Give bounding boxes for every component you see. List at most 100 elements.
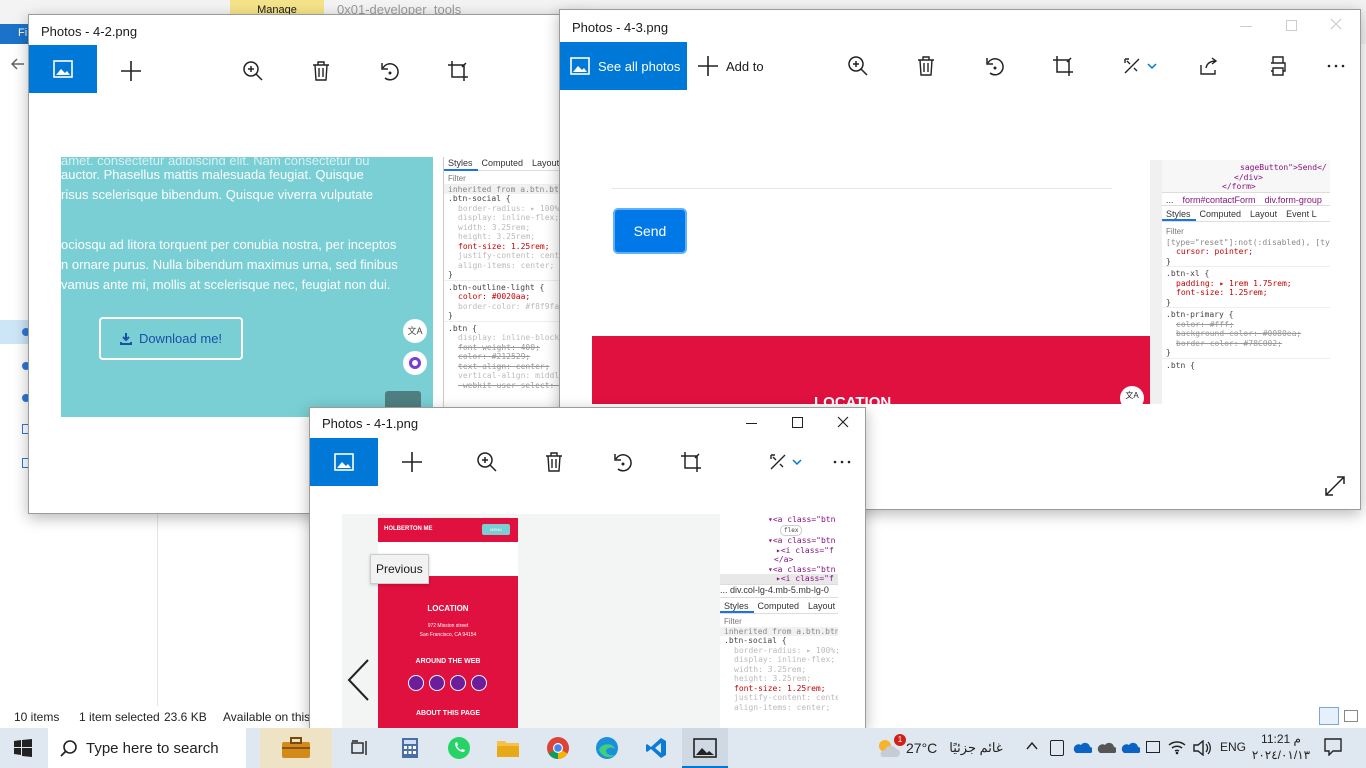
form-divider	[612, 188, 1112, 189]
zoom-in-icon	[477, 452, 497, 472]
manage-tab[interactable]: Manage	[230, 0, 324, 14]
onedrive-icon[interactable]	[1072, 742, 1092, 754]
social-icon	[450, 675, 466, 691]
plus-icon	[121, 61, 141, 81]
photos-toolbar: See all photos Add to	[560, 42, 1360, 90]
rotate-button[interactable]	[973, 42, 1017, 90]
details-view-icon[interactable]	[1319, 707, 1339, 725]
location-section: LOCATION 文A	[592, 336, 1150, 404]
tab-styles[interactable]: Styles	[1162, 208, 1196, 221]
maximize-button[interactable]	[1286, 20, 1297, 31]
more-options-button[interactable]	[1314, 42, 1358, 90]
see-all-photos-button[interactable]: See all photos	[560, 42, 687, 90]
tab-computed[interactable]: Computed	[754, 600, 805, 612]
maximize-button[interactable]	[792, 417, 803, 428]
photo-image: amet, consectetur adipiscing elit. Nam c…	[61, 157, 433, 417]
onedrive-personal-icon[interactable]	[1096, 742, 1116, 754]
zoom-button[interactable]	[836, 42, 880, 90]
tab-computed[interactable]: Computed	[478, 157, 529, 169]
minimize-button[interactable]	[1240, 26, 1252, 27]
styles-filter[interactable]: Filter	[1162, 222, 1330, 238]
battery-icon[interactable]	[1146, 741, 1160, 753]
whatsapp-app[interactable]	[436, 728, 482, 768]
crop-button[interactable]	[669, 438, 713, 486]
minimize-button[interactable]	[746, 423, 757, 424]
crop-button[interactable]	[436, 47, 480, 95]
share-button[interactable]	[1187, 42, 1231, 90]
add-to-button[interactable]	[390, 438, 434, 486]
file-tab[interactable]: Fi	[0, 24, 30, 44]
download-button: Download me!	[99, 317, 243, 360]
meet-now-icon[interactable]	[1050, 740, 1064, 756]
folder-icon	[497, 741, 519, 757]
tab-styles[interactable]: Styles	[444, 157, 478, 171]
add-to-button[interactable]	[109, 47, 153, 95]
preview-location: LOCATION	[427, 604, 469, 613]
close-button[interactable]	[837, 416, 849, 428]
language-indicator[interactable]: ENG	[1220, 740, 1246, 754]
chrome-app[interactable]	[535, 728, 581, 768]
crop-icon	[448, 61, 468, 81]
photos-icon	[693, 738, 717, 758]
vscode-app[interactable]	[633, 728, 679, 768]
delete-button[interactable]	[904, 42, 948, 90]
photos-window-4-1: Photos - 4-1.png HOLBERTON ME MENU LOCAT…	[309, 407, 866, 728]
inherited-label: inherited from a.btn.btn-outl	[720, 626, 838, 636]
devtools-breadcrumb: ... form#contactForm div.form-group	[1162, 191, 1330, 206]
weather-widget[interactable]: 1 27°C غائم جزئيًا	[876, 728, 1003, 768]
image-text: amet, consectetur adipiscing elit. Nam c…	[61, 157, 398, 292]
title-bar: Photos - 4-2.png	[29, 15, 587, 45]
large-icons-view-icon[interactable]	[1344, 710, 1358, 722]
task-view-button[interactable]	[337, 728, 383, 768]
delete-button[interactable]	[532, 438, 576, 486]
crop-icon	[681, 452, 701, 472]
chevron-up-icon	[1026, 741, 1038, 750]
edit-button[interactable]	[760, 438, 810, 486]
rotate-button[interactable]	[601, 438, 645, 486]
task-view-icon	[351, 740, 367, 755]
add-to-button[interactable]: Add to	[698, 42, 768, 90]
previous-button[interactable]	[346, 658, 370, 702]
title-bar: Photos - 4-3.png	[560, 10, 1360, 42]
wifi-icon[interactable]	[1168, 739, 1186, 755]
clock[interactable]: 11:21 م ٢٠٢٤/٠١/١٣	[1250, 731, 1312, 763]
zoom-button[interactable]	[465, 438, 509, 486]
photos-app[interactable]	[682, 728, 728, 768]
more-options-button[interactable]	[820, 438, 864, 486]
start-button[interactable]	[0, 728, 46, 768]
close-icon	[1330, 18, 1342, 30]
tab-computed[interactable]: Computed	[1196, 208, 1247, 220]
search-icon	[60, 740, 77, 757]
tab-layout[interactable]: Layout	[804, 600, 838, 612]
edge-app[interactable]	[584, 728, 630, 768]
print-button[interactable]	[1256, 42, 1300, 90]
see-all-photos-button[interactable]	[29, 45, 97, 93]
volume-icon[interactable]	[1193, 740, 1211, 756]
show-hidden-icons-button[interactable]	[1026, 741, 1038, 751]
window-title: Photos - 4-1.png	[322, 416, 419, 431]
onedrive-business-icon[interactable]	[1120, 742, 1140, 754]
calculator-app[interactable]	[387, 728, 433, 768]
selection-count: 1 item selected	[79, 710, 160, 724]
tab-event-listeners[interactable]: Event L	[1282, 208, 1322, 220]
close-button[interactable]	[1330, 18, 1342, 30]
vscode-icon	[646, 738, 666, 758]
search-box[interactable]: Type here to search	[48, 728, 246, 768]
clock-date: ٢٠٢٤/٠١/١٣	[1251, 748, 1311, 762]
tab-layout[interactable]: Layout	[1246, 208, 1282, 220]
fullscreen-button[interactable]	[1325, 476, 1345, 496]
menu-button: MENU	[482, 524, 510, 535]
rotate-button[interactable]	[368, 47, 412, 95]
chevron-down-icon	[791, 459, 802, 466]
crop-button[interactable]	[1041, 42, 1085, 90]
notifications-button[interactable]	[1324, 738, 1342, 756]
more-icon	[1327, 64, 1345, 68]
briefcase-app[interactable]	[260, 728, 332, 768]
zoom-button[interactable]	[231, 47, 275, 95]
delete-button[interactable]	[299, 47, 343, 95]
edit-button[interactable]	[1112, 42, 1168, 90]
see-all-photos-button[interactable]	[310, 438, 378, 486]
styles-filter[interactable]: Filter	[720, 614, 838, 627]
file-explorer-app[interactable]	[485, 728, 531, 768]
tab-styles[interactable]: Styles	[720, 600, 754, 613]
